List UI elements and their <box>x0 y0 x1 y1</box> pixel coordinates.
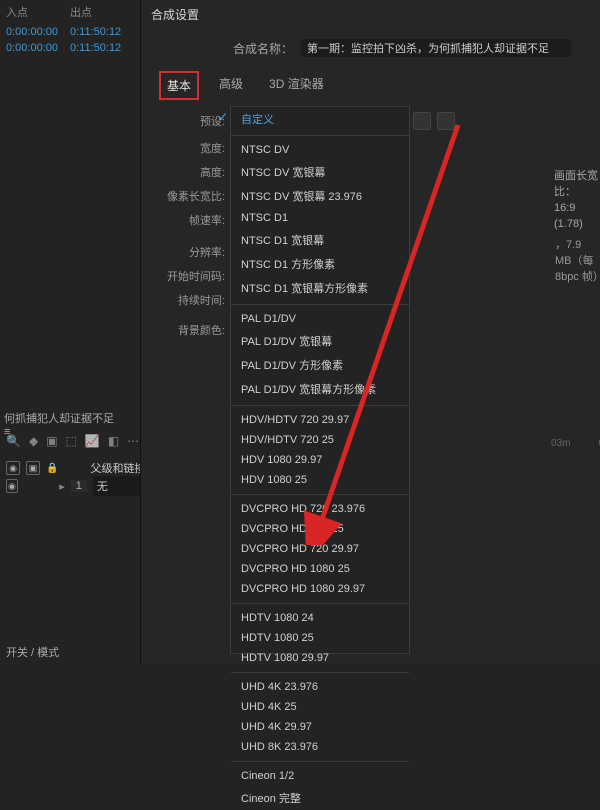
dropdown-separator <box>231 304 409 305</box>
bgcolor-label: 背景颜色: <box>155 322 233 338</box>
dropdown-item[interactable]: DVCPRO HD 720 29.97 <box>231 539 409 559</box>
time-in: 0:00:00:00 <box>6 42 70 54</box>
tag-icon[interactable]: ◆ <box>29 434 38 448</box>
inpoint-header: 入点 <box>6 4 70 20</box>
dropdown-item[interactable]: Cineon 完整 <box>231 786 409 810</box>
save-preset-icon[interactable] <box>413 112 431 130</box>
screen-aspect: 画面长宽比： 16:9 (1.78) <box>554 168 600 232</box>
dropdown-item[interactable]: UHD 8K 23.976 <box>231 737 409 757</box>
time-out: 0:11:50:12 <box>70 26 134 38</box>
delete-preset-icon[interactable] <box>437 112 455 130</box>
screen-aspect-value: 16:9 (1.78) <box>554 200 600 232</box>
lock-icon[interactable]: 🔒 <box>46 463 58 474</box>
tabs: 基本 高级 3D 渲染器 <box>159 71 600 100</box>
dropdown-item[interactable]: NTSC DV 宽银幕 <box>231 160 409 184</box>
dropdown-separator <box>231 135 409 136</box>
dropdown-separator <box>231 603 409 604</box>
dialog-title: 合成设置 <box>141 0 600 29</box>
dropdown-item[interactable]: HDV 1080 29.97 <box>231 450 409 470</box>
dropdown-item[interactable]: HDV/HDTV 720 29.97 <box>231 410 409 430</box>
dropdown-item[interactable]: NTSC D1 宽银幕 <box>231 228 409 252</box>
dropdown-item[interactable]: NTSC D1 方形像素 <box>231 252 409 276</box>
screen-aspect-label: 画面长宽比： <box>554 168 600 200</box>
dropdown-item-selected[interactable]: 自定义 <box>231 107 409 131</box>
height-label: 高度: <box>155 164 233 180</box>
chevron-right-icon[interactable]: ▸ <box>59 480 65 493</box>
dropdown-item[interactable]: PAL D1/DV 宽银幕方形像素 <box>231 377 409 401</box>
fx-icon[interactable]: ⬚ <box>66 434 77 448</box>
comp-name-label: 合成名称： <box>233 40 293 57</box>
time-ruler: 03m 04m 05m 06m <box>551 438 598 449</box>
dropdown-item[interactable]: UHD 4K 29.97 <box>231 717 409 737</box>
dropdown-separator <box>231 405 409 406</box>
aspect-label: 像素长宽比: <box>155 188 233 204</box>
dropdown-separator <box>231 494 409 495</box>
search-icon[interactable]: 🔍 <box>6 434 21 448</box>
graph-icon[interactable]: 📈 <box>85 434 100 448</box>
time-row[interactable]: 0:00:00:00 0:11:50:12 <box>0 40 140 56</box>
time-out: 0:11:50:12 <box>70 42 134 54</box>
lp-header: 入点 出点 <box>0 0 140 24</box>
time-row[interactable]: 0:00:00:00 0:11:50:12 <box>0 24 140 40</box>
dropdown-item[interactable]: HDTV 1080 25 <box>231 628 409 648</box>
dropdown-item[interactable]: UHD 4K 23.976 <box>231 677 409 697</box>
width-label: 宽度: <box>155 140 233 156</box>
dropdown-item[interactable]: DVCPRO HD 1080 29.97 <box>231 579 409 599</box>
start-tc-label: 开始时间码: <box>155 268 233 284</box>
dropdown-item[interactable]: DVCPRO HD 720 25 <box>231 519 409 539</box>
layer-number: 1 <box>71 480 87 492</box>
tab-basic[interactable]: 基本 <box>159 71 199 100</box>
preset-dropdown[interactable]: 自定义NTSC DVNTSC DV 宽银幕NTSC DV 宽银幕 23.976N… <box>230 106 410 654</box>
resolution-info: ，7.9 MB（每 8bpc 帧） <box>555 236 600 284</box>
dropdown-item[interactable]: NTSC DV <box>231 140 409 160</box>
ruler-tick: 03m <box>551 438 570 449</box>
solo-icon[interactable]: ▣ <box>26 461 40 475</box>
dropdown-item[interactable]: UHD 4K 25 <box>231 697 409 717</box>
dropdown-item[interactable]: NTSC D1 <box>231 208 409 228</box>
eye-toggle[interactable]: ◉ <box>6 479 18 493</box>
dropdown-item[interactable]: HDTV 1080 24 <box>231 608 409 628</box>
dropdown-item[interactable]: HDV 1080 25 <box>231 470 409 490</box>
left-panel: 入点 出点 0:00:00:00 0:11:50:12 0:00:00:00 0… <box>0 0 140 664</box>
time-in: 0:00:00:00 <box>6 26 70 38</box>
dropdown-item[interactable]: PAL D1/DV <box>231 309 409 329</box>
dropdown-item[interactable]: PAL D1/DV 方形像素 <box>231 353 409 377</box>
dropdown-item[interactable]: NTSC DV 宽银幕 23.976 <box>231 184 409 208</box>
dropdown-item[interactable]: NTSC D1 宽银幕方形像素 <box>231 276 409 300</box>
resolution-label: 分辨率: <box>155 244 233 260</box>
tab-3d-renderer[interactable]: 3D 渲染器 <box>263 71 330 100</box>
comp-name-field: 合成名称： <box>233 39 600 57</box>
dropdown-separator <box>231 761 409 762</box>
footer-toggle[interactable]: 开关 / 模式 <box>0 640 140 664</box>
more-icon[interactable]: ⋯ <box>127 434 139 448</box>
duration-label: 持续时间: <box>155 292 233 308</box>
dropdown-item[interactable]: HDTV 1080 29.97 <box>231 648 409 668</box>
comp-name-input[interactable] <box>301 39 571 57</box>
check-icon: ✓ <box>218 110 228 124</box>
tab-advanced[interactable]: 高级 <box>213 71 249 100</box>
dropdown-item[interactable]: HDV/HDTV 720 25 <box>231 430 409 450</box>
dropdown-item[interactable]: DVCPRO HD 1080 25 <box>231 559 409 579</box>
dropdown-separator <box>231 672 409 673</box>
dropdown-item[interactable]: PAL D1/DV 宽银幕 <box>231 329 409 353</box>
dropdown-item[interactable]: DVCPRO HD 720 23.976 <box>231 499 409 519</box>
fps-label: 帧速率: <box>155 212 233 228</box>
outpoint-header: 出点 <box>70 4 134 20</box>
eye-icon[interactable]: ◉ <box>6 461 20 475</box>
snap-icon[interactable]: ◧ <box>108 434 119 448</box>
mask-icon[interactable]: ▣ <box>46 434 57 448</box>
dropdown-item[interactable]: Cineon 1/2 <box>231 766 409 786</box>
